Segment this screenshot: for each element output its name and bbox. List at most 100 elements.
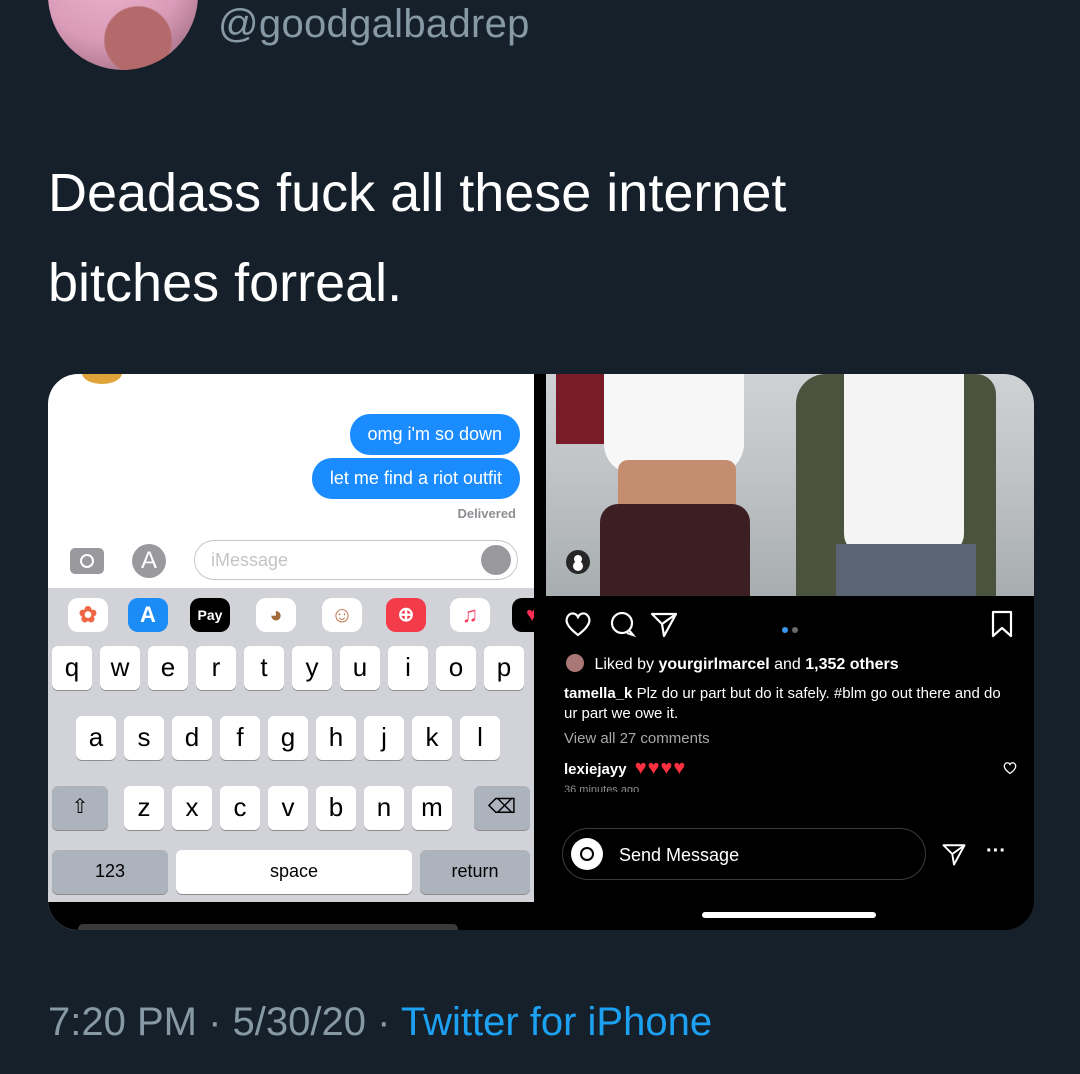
key[interactable]: e [148, 646, 188, 690]
key[interactable]: g [268, 716, 308, 760]
key[interactable]: n [364, 786, 404, 830]
imessage-app-bar: ✿ A Pay ◕ ☺ ⊕ ♫ ♥ [48, 588, 534, 642]
key[interactable]: x [172, 786, 212, 830]
key[interactable]: z [124, 786, 164, 830]
imessage-screenshot[interactable]: omg i'm so down let me find a riot outfi… [48, 374, 534, 930]
tweet-source-link[interactable]: Twitter for iPhone [401, 1000, 712, 1044]
comment-like-icon[interactable] [1002, 760, 1018, 776]
apple-pay-button[interactable]: Pay [190, 598, 230, 632]
photo-detail [844, 374, 964, 554]
key[interactable]: q [52, 646, 92, 690]
liked-prefix: Liked by [594, 656, 655, 673]
share-icon[interactable] [648, 608, 680, 640]
photo-detail [836, 544, 976, 596]
caption-username[interactable]: tamella_k [564, 685, 632, 702]
carousel-dot [792, 627, 798, 633]
meta-separator: · [377, 1000, 401, 1044]
return-key[interactable]: return [420, 850, 530, 894]
tweet-media[interactable]: omg i'm so down let me find a riot outfi… [48, 374, 1034, 930]
camera-icon[interactable] [571, 838, 603, 870]
key[interactable]: f [220, 716, 260, 760]
tweet-time[interactable]: 7:20 PM [48, 1000, 197, 1044]
comment-icon[interactable] [606, 608, 638, 640]
contact-avatar [82, 374, 122, 384]
key[interactable]: l [460, 716, 500, 760]
key[interactable]: a [76, 716, 116, 760]
backspace-key[interactable]: ⌫ [474, 786, 530, 830]
memoji-icon[interactable]: ☺ [322, 598, 362, 632]
key[interactable]: y [292, 646, 332, 690]
post-time-ago: 36 minutes ago [564, 784, 640, 792]
meta-separator: · [208, 1000, 233, 1044]
message-input-row: A [48, 534, 534, 584]
like-heart-icon[interactable] [562, 608, 594, 640]
post-actions [546, 608, 1034, 648]
key[interactable]: c [220, 786, 260, 830]
liker-avatar [566, 654, 584, 672]
liked-user[interactable]: yourgirlmarcel [659, 656, 770, 673]
photo-detail [604, 374, 744, 474]
audio-icon[interactable] [481, 545, 511, 575]
comment-username[interactable]: lexiejayy [564, 761, 627, 778]
appstore-icon[interactable]: A [128, 598, 168, 632]
liked-and: and [774, 656, 801, 673]
send-message-box[interactable] [562, 828, 926, 880]
key[interactable]: o [436, 646, 476, 690]
delivered-status: Delivered [457, 506, 516, 521]
key[interactable]: p [484, 646, 524, 690]
keyboard-row-2: a s d f g h j k l [48, 716, 534, 762]
send-message-input[interactable] [617, 839, 901, 871]
photos-icon[interactable]: ✿ [68, 598, 108, 632]
send-icon[interactable] [940, 840, 968, 868]
message-field[interactable] [194, 540, 518, 580]
key[interactable]: r [196, 646, 236, 690]
keyboard-row-4: 123 space return [48, 850, 534, 896]
heart-icon[interactable]: ♥ [512, 598, 534, 632]
post-photo[interactable] [546, 374, 1034, 596]
likes-summary[interactable]: Liked by yourgirlmarcel and 1,352 others [566, 654, 899, 674]
tweet-text: Deadass fuck all these internet bitches … [48, 163, 787, 313]
key[interactable]: s [124, 716, 164, 760]
key[interactable]: w [100, 646, 140, 690]
animoji-icon[interactable]: ◕ [256, 598, 296, 632]
key[interactable]: h [316, 716, 356, 760]
keyboard-row-3: ⇧ z x c v b n m ⌫ [48, 786, 534, 832]
message-bubble: omg i'm so down [349, 414, 520, 455]
carousel-dot-active [782, 627, 788, 633]
key[interactable]: b [316, 786, 356, 830]
photo-detail [600, 504, 750, 596]
key[interactable]: t [244, 646, 284, 690]
shift-key[interactable]: ⇧ [52, 786, 108, 830]
more-options-icon[interactable]: ··· [986, 840, 1006, 863]
comment-text: ♥♥♥♥ [634, 757, 687, 779]
key[interactable]: v [268, 786, 308, 830]
music-icon[interactable]: ♫ [450, 598, 490, 632]
liked-count[interactable]: 1,352 others [805, 656, 898, 673]
keyboard-row-1: q w e r t y u i o p [48, 646, 534, 692]
user-handle[interactable]: @goodgalbadrep [218, 2, 530, 47]
carousel-dots [780, 620, 800, 638]
home-indicator [702, 912, 876, 918]
key[interactable]: i [388, 646, 428, 690]
post-caption: tamella_k Plz do ur part but do it safel… [564, 684, 1014, 724]
message-bubble: let me find a riot outfit [311, 458, 520, 499]
imessage-input[interactable] [209, 541, 453, 579]
tweet-date[interactable]: 5/30/20 [233, 1000, 366, 1044]
instagram-screenshot[interactable]: Liked by yourgirlmarcel and 1,352 others… [546, 374, 1034, 930]
profile-avatar[interactable] [48, 0, 198, 70]
camera-icon[interactable] [70, 548, 104, 574]
key[interactable]: j [364, 716, 404, 760]
key[interactable]: u [340, 646, 380, 690]
keyboard: ✿ A Pay ◕ ☺ ⊕ ♫ ♥ q w e r t y u i o p a … [48, 588, 534, 930]
view-all-comments-link[interactable]: View all 27 comments [564, 730, 710, 747]
space-key[interactable]: space [176, 850, 412, 894]
home-indicator-area [48, 902, 534, 930]
appstore-icon[interactable]: A [132, 544, 166, 578]
bookmark-icon[interactable] [986, 608, 1018, 640]
tagged-user-icon[interactable] [566, 550, 590, 574]
key[interactable]: d [172, 716, 212, 760]
key[interactable]: k [412, 716, 452, 760]
numbers-key[interactable]: 123 [52, 850, 168, 894]
key[interactable]: m [412, 786, 452, 830]
search-images-icon[interactable]: ⊕ [386, 598, 426, 632]
